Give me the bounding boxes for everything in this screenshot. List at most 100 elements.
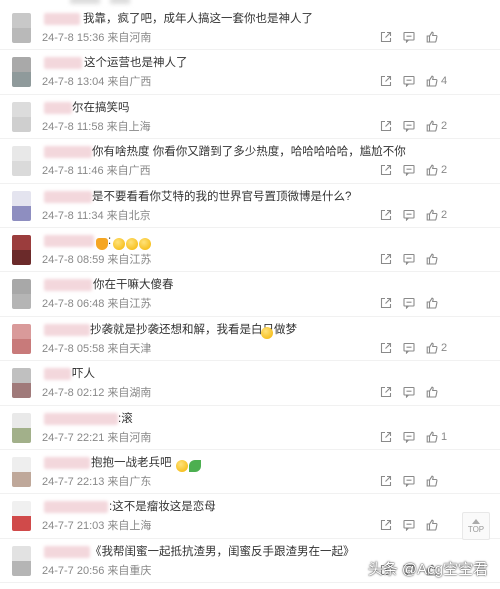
comment-meta: 24-7-8 13:04 来自广西 xyxy=(42,76,152,89)
comment-actions xyxy=(380,386,448,399)
reply-icon[interactable] xyxy=(403,297,415,310)
avatar[interactable] xyxy=(12,101,31,132)
share-icon[interactable] xyxy=(380,342,392,354)
avatar[interactable] xyxy=(12,146,31,177)
share-icon[interactable] xyxy=(380,253,392,265)
reply-icon[interactable] xyxy=(403,75,415,88)
username-redacted[interactable] xyxy=(44,279,92,292)
reply-icon[interactable] xyxy=(403,431,415,443)
avatar[interactable] xyxy=(12,13,31,43)
username-redacted[interactable] xyxy=(44,501,108,514)
username-redacted[interactable] xyxy=(44,101,72,114)
like-icon[interactable] xyxy=(426,209,438,221)
arrow-up-icon xyxy=(472,518,480,524)
plant-emoji-icon xyxy=(189,459,201,472)
reply-icon[interactable] xyxy=(403,519,415,532)
reply-icon[interactable] xyxy=(403,31,415,43)
comment-list: 我靠，疯了吧，成年人搞这一套你也是神人了 24-7-8 15:36 来自河南 这个运… xyxy=(0,6,500,584)
comment-meta: 24-7-8 02:12 来自湖南 xyxy=(42,387,152,400)
share-icon[interactable] xyxy=(380,75,392,87)
like-icon[interactable] xyxy=(426,75,438,87)
username-redacted[interactable] xyxy=(44,57,82,70)
comment-actions: 2 xyxy=(380,120,448,132)
like-icon[interactable] xyxy=(426,342,438,354)
comment-text: 尔在搞笑吗 xyxy=(72,101,130,114)
like-icon[interactable] xyxy=(426,31,438,43)
share-icon[interactable] xyxy=(380,209,392,221)
avatar[interactable] xyxy=(12,57,31,88)
like-icon[interactable] xyxy=(426,431,438,443)
comment-item: : 24-7-8 08:59 来自江苏 xyxy=(0,228,500,273)
reply-icon[interactable] xyxy=(403,342,415,354)
comment-meta: 24-7-8 11:34 来自北京 xyxy=(42,209,151,222)
emoji-group xyxy=(260,324,273,342)
reply-icon[interactable] xyxy=(403,475,415,487)
username-redacted[interactable] xyxy=(44,545,90,558)
reply-icon[interactable] xyxy=(403,164,415,177)
share-icon[interactable] xyxy=(380,164,392,176)
comment-actions xyxy=(380,253,448,265)
comment-item: 抄袭就是抄袭还想和解，我看是白日做梦 24-7-8 05:58 来自天津 2 xyxy=(0,317,500,362)
like-icon[interactable] xyxy=(426,475,438,487)
comment-actions: 4 xyxy=(380,75,448,88)
comment-item: 尔在搞笑吗 24-7-8 11:58 来自上海 2 xyxy=(0,95,500,140)
emoji-group xyxy=(112,235,151,253)
comment-text: 这个运营也是神人了 xyxy=(84,57,188,70)
reply-icon[interactable] xyxy=(403,120,415,132)
comment-text: :滚 xyxy=(118,412,133,425)
share-icon[interactable] xyxy=(380,120,392,132)
reply-icon[interactable] xyxy=(403,253,415,265)
share-icon[interactable] xyxy=(380,386,392,398)
share-icon[interactable] xyxy=(380,297,392,309)
reply-icon[interactable] xyxy=(403,386,415,399)
like-count: 2 xyxy=(441,208,448,221)
avatar[interactable] xyxy=(12,323,31,354)
avatar[interactable] xyxy=(12,368,31,399)
like-icon[interactable] xyxy=(426,253,438,265)
blurred-text xyxy=(70,0,100,4)
comment-meta: 24-7-8 11:46 来自广西 xyxy=(42,165,151,178)
comment-meta: 24-7-7 20:56 来自重庆 xyxy=(42,564,152,577)
comment-text: 你有啥热度 你看你又蹭到了多少热度，哈哈哈哈哈，尴尬不你 xyxy=(92,146,406,159)
like-icon[interactable] xyxy=(426,519,438,531)
comment-meta: 24-7-8 11:58 来自上海 xyxy=(42,120,151,133)
avatar[interactable] xyxy=(12,190,31,221)
like-icon[interactable] xyxy=(426,386,438,398)
avatar[interactable] xyxy=(12,234,31,265)
share-icon[interactable] xyxy=(380,475,392,487)
comment-text: : xyxy=(108,234,112,247)
username-redacted[interactable] xyxy=(44,190,92,203)
scroll-to-top-button[interactable]: TOP xyxy=(462,512,490,540)
comment-text: 是不要看看你艾特的我的世界官号置顶微博是什么? xyxy=(92,190,352,203)
share-icon[interactable] xyxy=(380,431,392,443)
avatar[interactable] xyxy=(12,501,31,532)
like-icon[interactable] xyxy=(426,120,438,132)
comment-meta: 24-7-8 15:36 来自河南 xyxy=(42,32,152,44)
share-icon[interactable] xyxy=(380,519,392,531)
username-redacted[interactable] xyxy=(44,368,71,381)
reply-icon[interactable] xyxy=(403,209,415,221)
comment-item: 吓人 24-7-8 02:12 来自湖南 xyxy=(0,361,500,406)
face-emoji-icon xyxy=(176,459,188,472)
share-icon[interactable] xyxy=(380,31,392,43)
comment-item: :这不是瘤妆这是恋母 24-7-7 21:03 来自上海 xyxy=(0,494,500,539)
avatar[interactable] xyxy=(12,456,31,487)
username-redacted[interactable] xyxy=(44,412,118,425)
avatar[interactable] xyxy=(12,412,31,443)
username-redacted[interactable] xyxy=(44,456,90,469)
crown-emoji-icon xyxy=(96,237,108,250)
comment-item: 这个运营也是神人了 24-7-8 13:04 来自广西 4 xyxy=(0,50,500,95)
like-icon[interactable] xyxy=(426,297,438,309)
username-redacted[interactable] xyxy=(44,13,80,25)
like-icon[interactable] xyxy=(426,164,438,176)
comment-meta: 24-7-7 22:13 来自广东 xyxy=(42,475,152,488)
avatar[interactable] xyxy=(12,279,31,310)
comment-actions: 1 xyxy=(380,431,448,443)
username-redacted[interactable] xyxy=(44,146,92,159)
username-redacted[interactable] xyxy=(44,234,94,247)
comment-text: 《我帮闺蜜一起抵抗渣男，闺蜜反手跟渣男在一起》 xyxy=(90,545,355,558)
avatar[interactable] xyxy=(12,545,31,576)
comment-actions xyxy=(380,297,448,310)
username-redacted[interactable] xyxy=(44,323,90,336)
comment-actions: 2 xyxy=(380,209,448,221)
